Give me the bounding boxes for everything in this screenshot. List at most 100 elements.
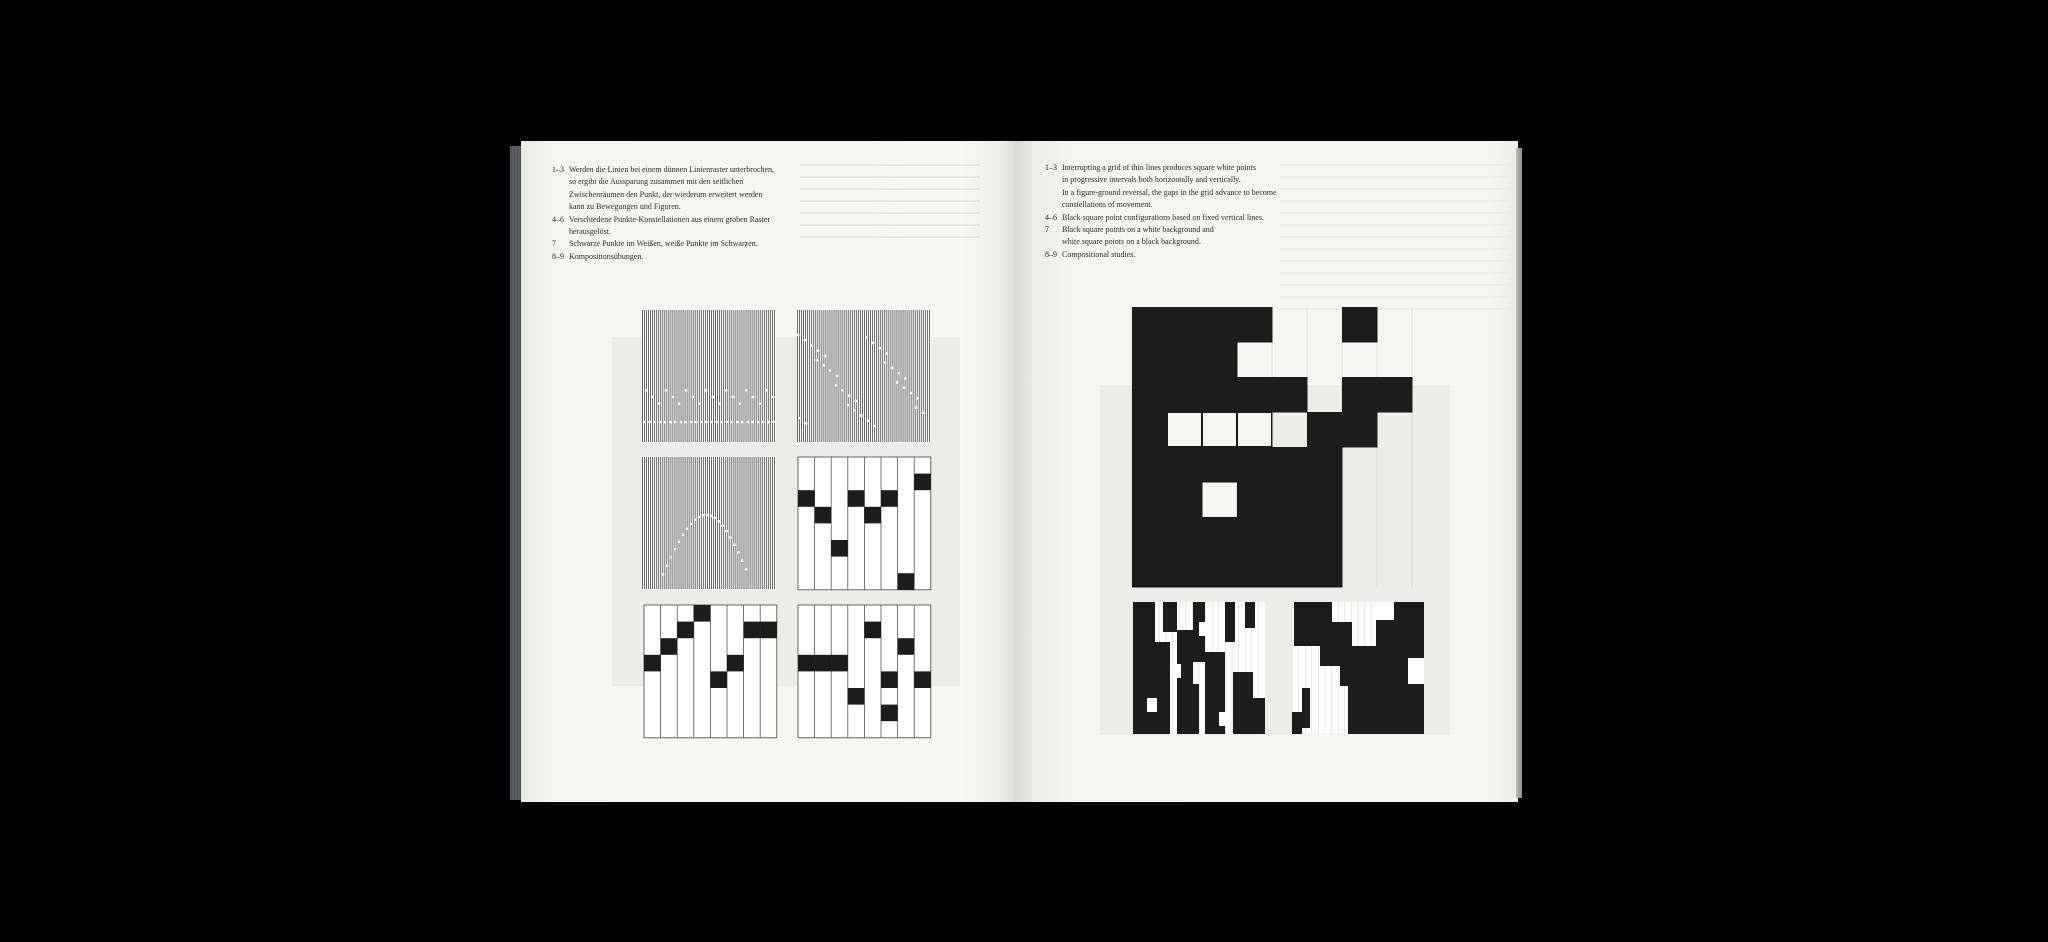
raster-gap <box>741 559 744 562</box>
grid-square <box>677 621 694 639</box>
composition-gap <box>1408 658 1424 684</box>
raster-gap <box>689 522 693 526</box>
raster-line <box>668 457 670 589</box>
grid-square <box>881 704 898 722</box>
illustration-6-grid <box>797 604 932 739</box>
raster-line <box>922 310 924 442</box>
raster-gap <box>678 402 681 405</box>
figure-square <box>1272 517 1308 553</box>
raster-line <box>757 457 759 589</box>
raster-line <box>882 310 884 442</box>
raster-gap <box>697 515 701 519</box>
raster-line <box>678 310 680 442</box>
raster-gap <box>745 389 748 392</box>
grid-square <box>864 621 881 639</box>
composition-block <box>1189 684 1199 734</box>
raster-line <box>715 457 717 589</box>
raster-line <box>729 310 731 442</box>
raster-line <box>855 310 857 442</box>
raster-line <box>857 310 859 442</box>
raster-line <box>876 310 878 442</box>
figure-gap <box>1203 413 1236 446</box>
raster-line <box>753 457 755 589</box>
raster-gap <box>810 344 813 347</box>
raster-gap <box>720 420 724 424</box>
raster-gap <box>909 391 912 395</box>
raster-gap <box>904 377 907 380</box>
figure-square <box>1377 377 1413 413</box>
raster-line <box>874 310 876 442</box>
figure-square <box>1307 482 1343 518</box>
raster-line <box>646 457 647 589</box>
figure-square <box>1237 517 1273 553</box>
raster-line <box>896 310 898 442</box>
raster-line <box>759 310 761 442</box>
figure-square <box>1132 482 1168 518</box>
grid-square <box>743 621 761 639</box>
raster-line <box>908 310 910 442</box>
raster-gap <box>684 389 688 392</box>
grid-square <box>660 638 678 655</box>
raster-line <box>739 457 741 589</box>
raster-line <box>654 457 656 589</box>
raster-line <box>682 310 684 442</box>
grid-square <box>710 671 727 688</box>
raster-gap <box>693 518 697 522</box>
raster-gap <box>772 420 775 424</box>
raster-line <box>719 310 721 442</box>
raster-gap <box>890 366 894 370</box>
raster-gap <box>729 536 732 539</box>
raster-line <box>886 310 888 442</box>
raster-line <box>660 457 662 589</box>
composition-gap <box>1171 664 1181 678</box>
raster-line <box>713 457 714 589</box>
raster-line <box>827 310 829 442</box>
raster-gap <box>651 395 654 399</box>
raster-gap <box>658 402 661 405</box>
raster-gap <box>803 339 807 342</box>
raster-line <box>892 310 894 442</box>
raster-line <box>662 310 664 442</box>
raster-line <box>656 457 658 589</box>
raster-gap <box>715 420 718 424</box>
raster-line <box>733 457 735 589</box>
figure-square <box>1307 447 1343 483</box>
composition-block <box>1348 682 1396 734</box>
raster-line <box>684 457 686 589</box>
raster-line <box>702 457 704 589</box>
raster-line <box>769 457 771 589</box>
figure-square <box>1237 482 1273 518</box>
raster-gap <box>847 394 851 397</box>
raster-line <box>706 457 708 589</box>
grid-square <box>881 671 898 688</box>
raster-gap <box>677 540 681 543</box>
figure-square <box>1307 517 1343 553</box>
raster-line <box>648 457 650 589</box>
figure-square <box>1167 447 1203 483</box>
raster-line <box>851 310 853 442</box>
composition-block <box>1302 688 1310 728</box>
grid-square <box>881 490 898 507</box>
raster-gap <box>897 372 900 375</box>
raster-line <box>884 310 886 442</box>
grid-square <box>914 671 931 688</box>
raster-gap <box>718 402 721 405</box>
raster-line <box>803 310 805 442</box>
raster-line <box>761 457 763 589</box>
raster-gap <box>666 564 669 567</box>
illustration-3-lines <box>642 457 776 589</box>
figure-gap <box>1168 413 1201 446</box>
raster-line <box>719 457 721 589</box>
figure-square <box>1132 447 1168 483</box>
left-illustrations <box>612 307 1450 739</box>
raster-gap <box>725 389 728 392</box>
raster-line <box>725 457 727 589</box>
raster-line <box>713 310 714 442</box>
raster-line <box>664 457 666 589</box>
grid-square <box>644 654 661 672</box>
figure-square <box>1132 307 1168 343</box>
illustration-8-composition <box>1132 602 1265 734</box>
composition-gap <box>1199 622 1207 636</box>
raster-gap <box>643 420 646 424</box>
figure-square <box>1202 377 1238 413</box>
